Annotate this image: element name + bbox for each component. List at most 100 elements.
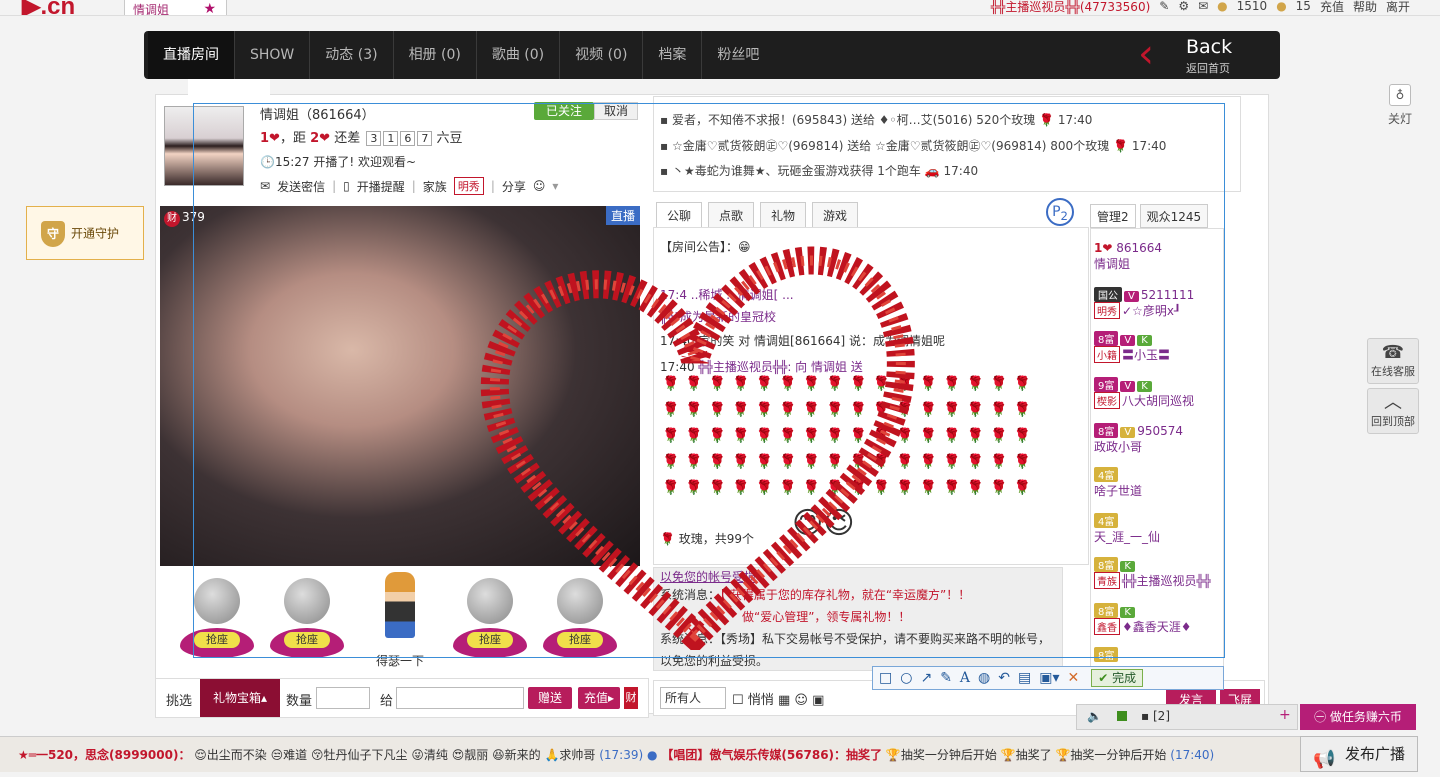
publish-broadcast-button[interactable]: 📢 发布广播 xyxy=(1300,736,1418,772)
guard-label: 开通守护 xyxy=(71,226,120,241)
nav-feed[interactable]: 动态 (3) xyxy=(310,31,394,79)
back-button[interactable]: ‹ Back 返回首页 xyxy=(1138,31,1250,77)
seat-occupied[interactable]: 得瑟一下 xyxy=(363,572,437,669)
live-video[interactable]: 直播 财 379 xyxy=(160,206,640,566)
recipient-input[interactable] xyxy=(396,687,524,709)
nav-songs[interactable]: 歌曲 (0) xyxy=(477,31,561,79)
online-service-button[interactable]: ☎ 在线客服 xyxy=(1367,338,1419,384)
user-list: 1❤ 861664 情调姐 国公 V 5211111 明秀 ✓☆彦明x┚ 8富 V K 小籍 〓小… xyxy=(1090,228,1224,668)
share-link[interactable]: 分享 xyxy=(502,178,526,195)
copy-icon[interactable]: ▣▾ xyxy=(1039,670,1059,686)
tab-public-chat[interactable]: 公聊 xyxy=(656,202,703,228)
task-button[interactable]: ㊀ 做任务赚六币 xyxy=(1300,704,1416,730)
list-item[interactable]: 4富天_涯_一_仙 xyxy=(1094,513,1222,545)
image-icon[interactable]: ▦ xyxy=(778,693,790,708)
wealth-count: 财 379 xyxy=(164,210,205,227)
tab-gifts[interactable]: 礼物 xyxy=(760,202,807,228)
close-icon[interactable]: ✕ xyxy=(1068,670,1080,686)
leave-link[interactable]: 离开 xyxy=(1386,0,1410,15)
list-item[interactable]: 9富 V K 楔影 八大胡同巡视 xyxy=(1094,377,1222,409)
nav-show[interactable]: SHOW xyxy=(235,31,311,79)
gear-icon[interactable]: ⚙ xyxy=(1178,0,1189,13)
emoji-icon: 😊😉 xyxy=(792,506,855,541)
recharge-button[interactable]: 充值▸ xyxy=(578,687,620,709)
system-line[interactable]: 以免您的帐号受损 xyxy=(660,568,756,585)
seat[interactable]: 抢座 xyxy=(180,578,254,658)
marquee-text: 抽奖一分钟后开始 xyxy=(1070,748,1167,762)
user-name: 政政小哥 xyxy=(1094,440,1143,454)
chat-message: 17:40 家的笑 对 情调姐[861664] 说：成为调情姐呢 xyxy=(660,332,945,349)
chat-target-select[interactable]: 所有人 xyxy=(660,687,726,709)
done-button[interactable]: ✔ 完成 xyxy=(1091,669,1144,687)
back-to-top-button[interactable]: ︿ 回到顶部 xyxy=(1367,388,1419,434)
gift-box-dropdown[interactable]: 礼物宝箱▴ xyxy=(200,679,280,717)
nav-fan-club[interactable]: 粉丝吧 xyxy=(702,31,774,79)
tab-song-request[interactable]: 点歌 xyxy=(708,202,755,228)
host-avatar[interactable] xyxy=(164,106,244,186)
lamp-toggle[interactable]: ♁ 关灯 xyxy=(1387,84,1413,127)
p2-icon[interactable]: P2 xyxy=(1046,198,1074,226)
username[interactable]: ╬╬主播巡视员╬╬(47733560) xyxy=(991,0,1150,15)
list-item[interactable]: 8富 V 950574 政政小哥 xyxy=(1094,423,1222,455)
pen-icon[interactable]: ✎ xyxy=(940,670,952,686)
ellipse-icon[interactable]: ○ xyxy=(900,670,912,686)
user-name: 天_涯_一_仙 xyxy=(1094,530,1161,544)
plus-icon[interactable]: + xyxy=(1279,707,1291,723)
wealth-button[interactable]: 财 xyxy=(624,687,638,709)
list-item[interactable]: 8富 K 青族 ╬╬主播巡视员╬╬ xyxy=(1094,557,1222,589)
tab-games[interactable]: 游戏 xyxy=(812,202,859,228)
nav-videos[interactable]: 视频 (0) xyxy=(560,31,644,79)
gift-icon[interactable]: ▣ xyxy=(812,693,824,708)
rectangle-icon[interactable]: □ xyxy=(879,670,892,686)
globe-icon[interactable]: ◍ xyxy=(978,670,990,686)
speaker-icon[interactable]: 🔈 xyxy=(1087,709,1102,723)
nav-live-room[interactable]: 直播房间 xyxy=(148,31,235,79)
task-icon: ㊀ xyxy=(1314,710,1327,724)
nav-profile[interactable]: 档案 xyxy=(643,31,703,79)
help-link[interactable]: 帮助 xyxy=(1353,0,1377,15)
host-name[interactable]: 情调姐（861664） xyxy=(260,104,375,123)
tab-audience[interactable]: 观众1245 xyxy=(1139,204,1209,228)
family-badge[interactable]: 明秀 xyxy=(453,177,484,195)
quantity-input[interactable] xyxy=(316,687,370,709)
nav-album[interactable]: 相册 (0) xyxy=(394,31,477,79)
emoji-icon[interactable]: ☺ xyxy=(794,693,808,708)
save-icon[interactable]: ▤ xyxy=(1018,670,1031,686)
site-logo[interactable]: ▶.cn xyxy=(22,0,75,15)
send-message-link[interactable]: 发送密信 xyxy=(277,178,325,195)
system-messages: 以免您的帐号受损 系统消息：【 获得属于您的库存礼物，就在“幸运魔方”！！ 做“… xyxy=(653,567,1063,671)
system-line[interactable]: 做“爱心管理”，领专属礼物！！ xyxy=(742,608,910,625)
seat[interactable]: 抢座 xyxy=(270,578,344,658)
edit-icon[interactable]: ✎ xyxy=(1159,0,1169,13)
top-room-tab[interactable]: 情调姐 ★ xyxy=(124,0,227,15)
seat[interactable]: 抢座 xyxy=(543,578,617,658)
list-item[interactable]: 国公 V 5211111 明秀 ✓☆彦明x┚ xyxy=(1094,287,1222,319)
seat[interactable]: 抢座 xyxy=(453,578,527,658)
tab-admins[interactable]: 管理2 xyxy=(1090,204,1136,228)
list-item[interactable]: 8富 K 鑫香 ♦鑫香天涯♦ xyxy=(1094,603,1222,635)
mail-icon[interactable]: ✉ xyxy=(1198,0,1208,13)
user-level: 4富 xyxy=(1094,513,1119,528)
send-gift-button[interactable]: 赠送 xyxy=(528,687,572,709)
undo-icon[interactable]: ↶ xyxy=(998,670,1010,686)
text-icon[interactable]: A xyxy=(960,670,970,686)
list-item[interactable]: 1❤ 861664 情调姐 xyxy=(1094,241,1222,272)
list-item[interactable]: 8富 xyxy=(1094,647,1222,662)
arrow-icon[interactable]: ↗ xyxy=(920,670,932,686)
done-label: 完成 xyxy=(1112,671,1137,685)
chevron-down-icon[interactable]: ▾ xyxy=(552,179,558,193)
car-icon: 🚗 xyxy=(924,164,940,178)
marquee-text: 牡丹仙子下凡尘 xyxy=(323,748,408,762)
recharge-link[interactable]: 充值 xyxy=(1320,0,1344,15)
whisper-toggle[interactable]: ☐ 悄悄 ▦ ☺ ▣ xyxy=(732,689,824,708)
marquee-text: 出尘而不染 xyxy=(206,748,267,762)
list-item[interactable]: 8富 V K 小籍 〓小玉〓 xyxy=(1094,331,1222,363)
guard-button[interactable]: 守开通守护 xyxy=(26,206,144,260)
unfollow-button[interactable]: 取消 xyxy=(594,102,638,120)
system-text[interactable]: 【 获得属于您的库存礼物，就在“幸运魔方”！！ xyxy=(720,588,970,602)
caret-up-icon: ▴ xyxy=(260,691,268,705)
follow-button[interactable]: 已关注 xyxy=(534,102,594,120)
list-item[interactable]: 4富 啥子世道 xyxy=(1094,467,1222,499)
live-reminder-link[interactable]: 开播提醒 xyxy=(357,178,405,195)
emoji-icon: 😒 xyxy=(270,748,284,762)
